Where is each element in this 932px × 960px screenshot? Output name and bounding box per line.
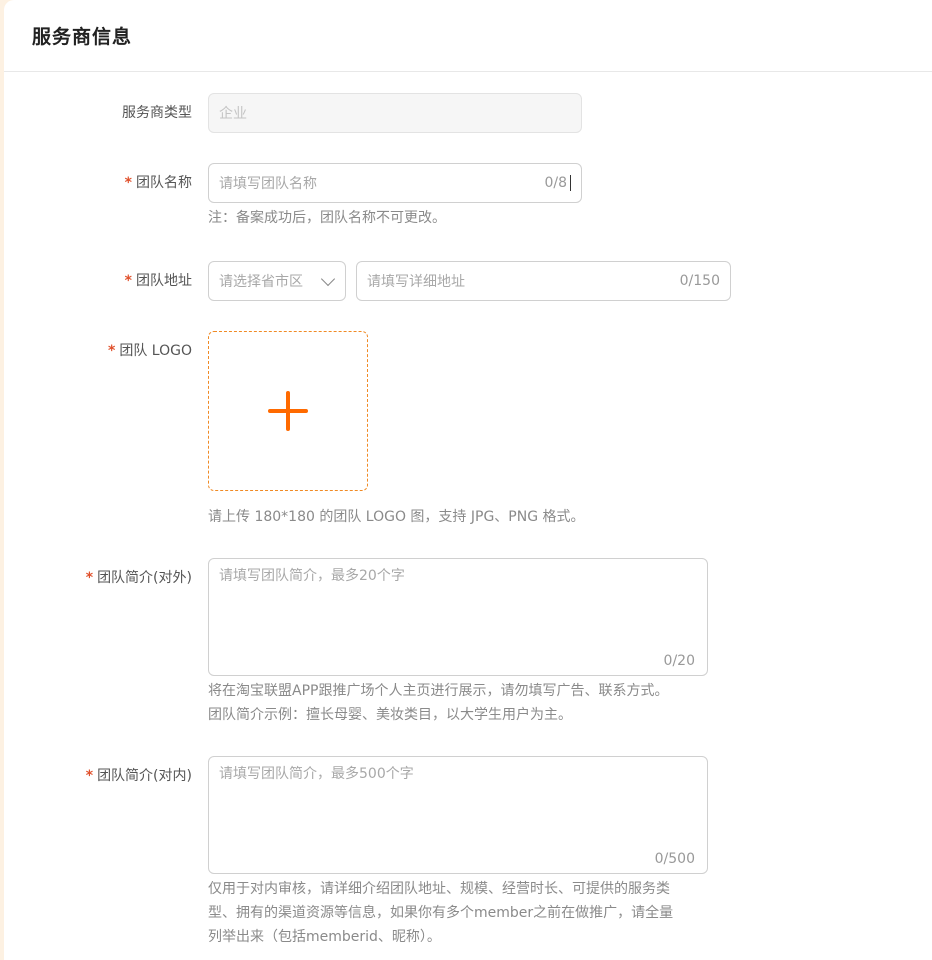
chevron-down-icon <box>320 271 336 287</box>
card-header: 服务商信息 <box>4 0 932 72</box>
intro-external-textarea[interactable]: 请填写团队简介，最多20个字 0/20 <box>208 558 708 676</box>
region-select[interactable]: 请选择省市区 <box>208 261 346 301</box>
team-logo-label: * 团队 LOGO <box>0 341 192 361</box>
page-title: 服务商信息 <box>32 26 133 48</box>
team-address-label: * 团队地址 <box>0 271 192 291</box>
intro-external-counter: 0/20 <box>663 653 695 669</box>
required-mark: * <box>124 175 132 191</box>
intro-external-label: * 团队简介(对外) <box>0 568 192 588</box>
intro-external-label-text: 团队简介(对外) <box>97 570 192 586</box>
detail-address-counter: 0/150 <box>679 273 720 289</box>
required-mark: * <box>124 273 132 289</box>
provider-type-label: 服务商类型 <box>122 105 192 121</box>
provider-type-value: 企业 <box>219 106 247 122</box>
region-select-placeholder: 请选择省市区 <box>219 274 303 290</box>
intro-internal-placeholder: 请填写团队简介，最多500个字 <box>219 766 414 782</box>
text-caret <box>570 175 571 191</box>
team-name-label: * 团队名称 <box>0 173 192 193</box>
detail-address-input[interactable]: 请填写详细地址 0/150 <box>356 261 731 301</box>
required-mark: * <box>85 570 94 586</box>
team-name-counter: 0/8 <box>544 175 567 191</box>
intro-internal-label: * 团队简介(对内) <box>0 766 192 786</box>
intro-internal-textarea[interactable]: 请填写团队简介，最多500个字 0/500 <box>208 756 708 874</box>
intro-internal-hint-2: 型、拥有的渠道资源等信息，如果你有多个member之前在做推广，请全量 <box>208 905 674 921</box>
team-name-placeholder: 请填写团队名称 <box>219 176 317 192</box>
provider-type-field: 企业 <box>208 93 582 133</box>
logo-upload-button[interactable] <box>208 331 368 491</box>
intro-internal-hint-1: 仅用于对内审核，请详细介绍团队地址、规模、经营时长、可提供的服务类 <box>208 881 670 897</box>
intro-external-placeholder: 请填写团队简介，最多20个字 <box>219 568 405 584</box>
intro-internal-label-text: 团队简介(对内) <box>97 768 192 784</box>
team-logo-hint: 请上传 180*180 的团队 LOGO 图，支持 JPG、PNG 格式。 <box>208 509 585 525</box>
team-name-hint: 注：备案成功后，团队名称不可更改。 <box>208 210 446 226</box>
detail-address-placeholder: 请填写详细地址 <box>367 274 465 290</box>
team-name-label-text: 团队名称 <box>136 175 192 191</box>
intro-internal-counter: 0/500 <box>654 851 695 867</box>
team-logo-label-text: 团队 LOGO <box>119 343 192 359</box>
required-mark: * <box>108 343 116 359</box>
team-address-label-text: 团队地址 <box>136 273 192 289</box>
team-name-input[interactable]: 请填写团队名称 0/8 <box>208 163 582 203</box>
intro-external-hint-1: 将在淘宝联盟APP跟推广场个人主页进行展示，请勿填写广告、联系方式。 <box>208 683 669 699</box>
service-provider-card: 服务商信息 服务商类型 企业 * 团队名称 请填写团队名称 0/8 注：备案成功后… <box>4 0 932 960</box>
intro-internal-hint-3: 列举出来（包括memberid、昵称）。 <box>208 929 441 945</box>
required-mark: * <box>85 768 94 784</box>
intro-external-hint-2: 团队简介示例：擅长母婴、美妆类目，以大学生用户为主。 <box>208 707 572 723</box>
